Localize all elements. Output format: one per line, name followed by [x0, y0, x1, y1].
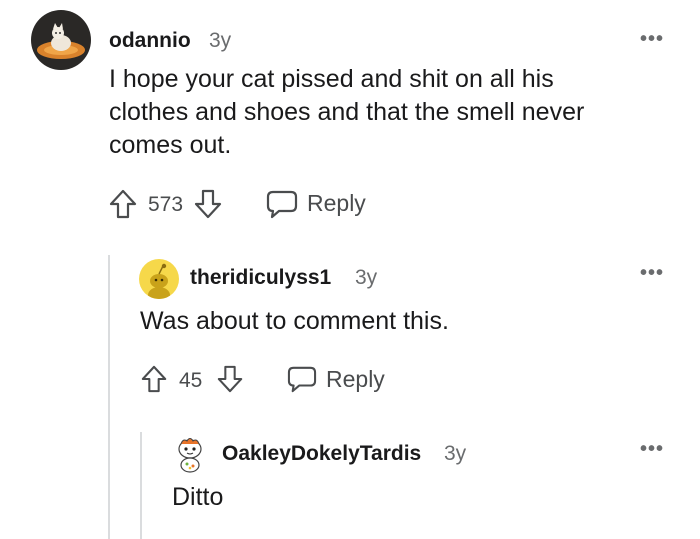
comment-age: 3y [209, 29, 232, 52]
comment-author[interactable]: theridiculyss1 [190, 266, 331, 290]
thread-line[interactable] [108, 255, 110, 539]
cat-avatar-icon [37, 23, 85, 59]
reply-label: Reply [307, 190, 366, 216]
comment-age: 3y [444, 442, 467, 465]
comment-body-line: Was about to comment this. [140, 307, 449, 335]
more-options-button[interactable]: ••• [640, 438, 664, 461]
comment-odannio: odannio 3y ••• I hope your cat pissed an… [0, 0, 700, 240]
snoo-avatar-icon [148, 263, 170, 299]
downvote-button[interactable] [193, 188, 223, 220]
comment-body-line: comes out. [109, 131, 232, 159]
snoo-avatar-icon [178, 438, 202, 473]
speech-bubble-icon [287, 366, 317, 393]
downvote-button[interactable] [216, 364, 244, 394]
comment-age: 3y [355, 266, 378, 289]
comment-body: I hope your cat pissed and shit on all h… [109, 63, 689, 162]
upvote-button[interactable] [108, 188, 138, 220]
avatar[interactable] [173, 435, 207, 473]
arrow-up-icon [109, 189, 137, 219]
arrow-down-icon [194, 189, 222, 219]
reply-button[interactable]: Reply [265, 187, 375, 221]
comment-OakleyDokelyTardis: OakleyDokelyTardis 3y ••• Ditto [150, 425, 700, 539]
comment-theridiculyss1: theridiculyss1 3y ••• Was about to comme… [120, 250, 700, 410]
vote-count: 573 [148, 193, 184, 216]
comment-body: Was about to comment this. [140, 305, 680, 338]
comment-body-line: I hope your cat pissed and shit on all h… [109, 65, 554, 93]
more-options-button[interactable]: ••• [640, 262, 664, 285]
reply-label: Reply [326, 366, 385, 392]
avatar[interactable] [31, 10, 91, 70]
upvote-button[interactable] [140, 364, 168, 394]
vote-count: 45 [179, 369, 203, 392]
arrow-up-icon [141, 365, 167, 393]
comment-body-line: Ditto [172, 483, 224, 511]
comment-author[interactable]: OakleyDokelyTardis [222, 442, 421, 466]
reply-button[interactable]: Reply [286, 363, 396, 397]
speech-bubble-icon [266, 190, 298, 219]
more-options-button[interactable]: ••• [640, 28, 664, 51]
arrow-down-icon [217, 365, 243, 393]
comment-author[interactable]: odannio [109, 29, 191, 53]
comment-body-line: clothes and shoes and that the smell nev… [109, 98, 585, 126]
comment-body: Ditto [172, 481, 672, 514]
avatar[interactable] [139, 259, 179, 299]
thread-line[interactable] [140, 432, 142, 539]
